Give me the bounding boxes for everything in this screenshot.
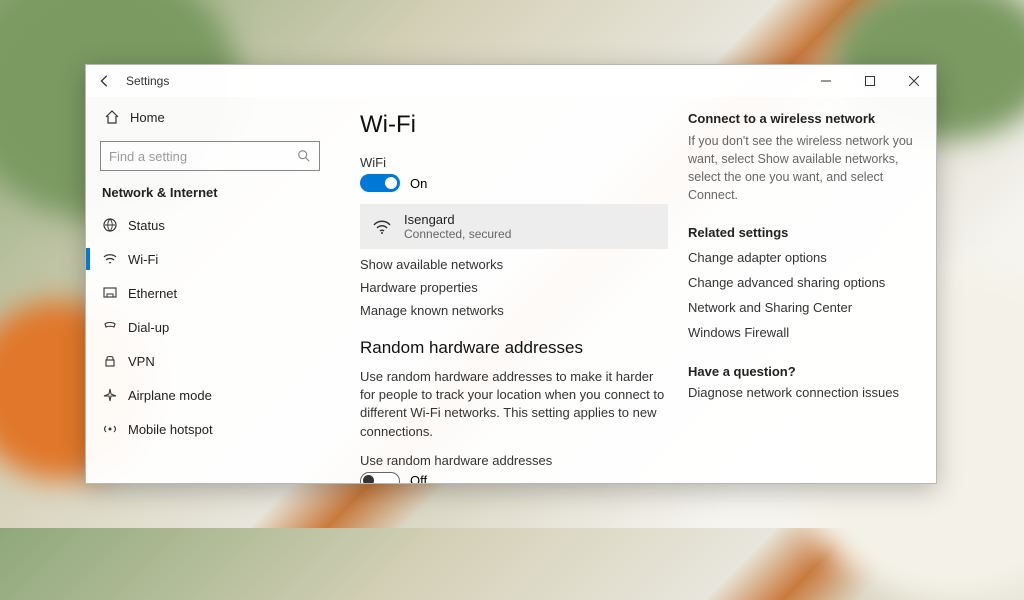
sidebar-item-status[interactable]: Status xyxy=(100,208,320,242)
link-advanced-sharing[interactable]: Change advanced sharing options xyxy=(688,275,918,290)
network-ssid: Isengard xyxy=(404,212,511,227)
window-title: Settings xyxy=(126,74,169,88)
sidebar-item-vpn[interactable]: VPN xyxy=(100,344,320,378)
aside-related-heading: Related settings xyxy=(688,225,918,240)
sidebar-item-label: Wi-Fi xyxy=(128,252,158,267)
close-button[interactable] xyxy=(892,65,936,97)
wifi-toggle-state: On xyxy=(410,176,427,191)
titlebar: Settings xyxy=(86,65,936,97)
link-diagnose[interactable]: Diagnose network connection issues xyxy=(688,385,918,400)
search-icon xyxy=(297,149,311,163)
wifi-toggle[interactable] xyxy=(360,174,400,192)
hotspot-icon xyxy=(102,421,118,437)
random-hw-toggle[interactable] xyxy=(360,472,400,483)
current-network-card[interactable]: Isengard Connected, secured xyxy=(360,204,668,249)
sidebar-item-label: Mobile hotspot xyxy=(128,422,213,437)
ethernet-icon xyxy=(102,285,118,301)
airplane-icon xyxy=(102,387,118,403)
link-network-sharing-center[interactable]: Network and Sharing Center xyxy=(688,300,918,315)
sidebar-home-label: Home xyxy=(130,110,165,125)
aside-connect-body: If you don't see the wireless network yo… xyxy=(688,132,918,205)
home-icon xyxy=(104,109,120,125)
sidebar-item-label: Status xyxy=(128,218,165,233)
link-show-available[interactable]: Show available networks xyxy=(360,257,668,272)
wifi-section-label: WiFi xyxy=(360,155,668,170)
random-hw-toggle-label: Use random hardware addresses xyxy=(360,453,668,468)
sidebar-item-airplane[interactable]: Airplane mode xyxy=(100,378,320,412)
link-hardware-properties[interactable]: Hardware properties xyxy=(360,280,668,295)
dialup-icon xyxy=(102,319,118,335)
maximize-button[interactable] xyxy=(848,65,892,97)
random-hw-body: Use random hardware addresses to make it… xyxy=(360,368,668,441)
search-input[interactable] xyxy=(109,149,297,164)
minimize-button[interactable] xyxy=(804,65,848,97)
settings-window: Settings Home xyxy=(85,64,937,484)
sidebar-item-label: Ethernet xyxy=(128,286,177,301)
wifi-icon xyxy=(102,251,118,267)
sidebar-item-label: Dial-up xyxy=(128,320,169,335)
link-change-adapter[interactable]: Change adapter options xyxy=(688,250,918,265)
window-controls xyxy=(804,65,936,97)
aside-question-heading: Have a question? xyxy=(688,364,918,379)
sidebar-category: Network & Internet xyxy=(100,185,320,200)
sidebar-home[interactable]: Home xyxy=(100,101,320,133)
network-status: Connected, secured xyxy=(404,227,511,241)
link-windows-firewall[interactable]: Windows Firewall xyxy=(688,325,918,340)
sidebar-item-wifi[interactable]: Wi-Fi xyxy=(100,242,320,276)
random-hw-toggle-state: Off xyxy=(410,473,427,483)
sidebar-item-label: VPN xyxy=(128,354,155,369)
aside-connect-heading: Connect to a wireless network xyxy=(688,111,918,126)
sidebar-item-hotspot[interactable]: Mobile hotspot xyxy=(100,412,320,446)
vpn-icon xyxy=(102,353,118,369)
sidebar-item-ethernet[interactable]: Ethernet xyxy=(100,276,320,310)
link-manage-known[interactable]: Manage known networks xyxy=(360,303,668,318)
main-content: Wi-Fi WiFi On Isengard Connected, secure… xyxy=(334,97,936,483)
sidebar-item-label: Airplane mode xyxy=(128,388,212,403)
status-icon xyxy=(102,217,118,233)
sidebar-item-dialup[interactable]: Dial-up xyxy=(100,310,320,344)
sidebar: Home Network & Internet Status Wi-Fi xyxy=(86,97,334,483)
random-hw-heading: Random hardware addresses xyxy=(360,338,668,358)
page-title: Wi-Fi xyxy=(360,111,668,139)
aside: Connect to a wireless network If you don… xyxy=(688,111,918,483)
wifi-signal-icon xyxy=(372,217,392,237)
back-button[interactable] xyxy=(98,74,112,88)
search-box[interactable] xyxy=(100,141,320,171)
